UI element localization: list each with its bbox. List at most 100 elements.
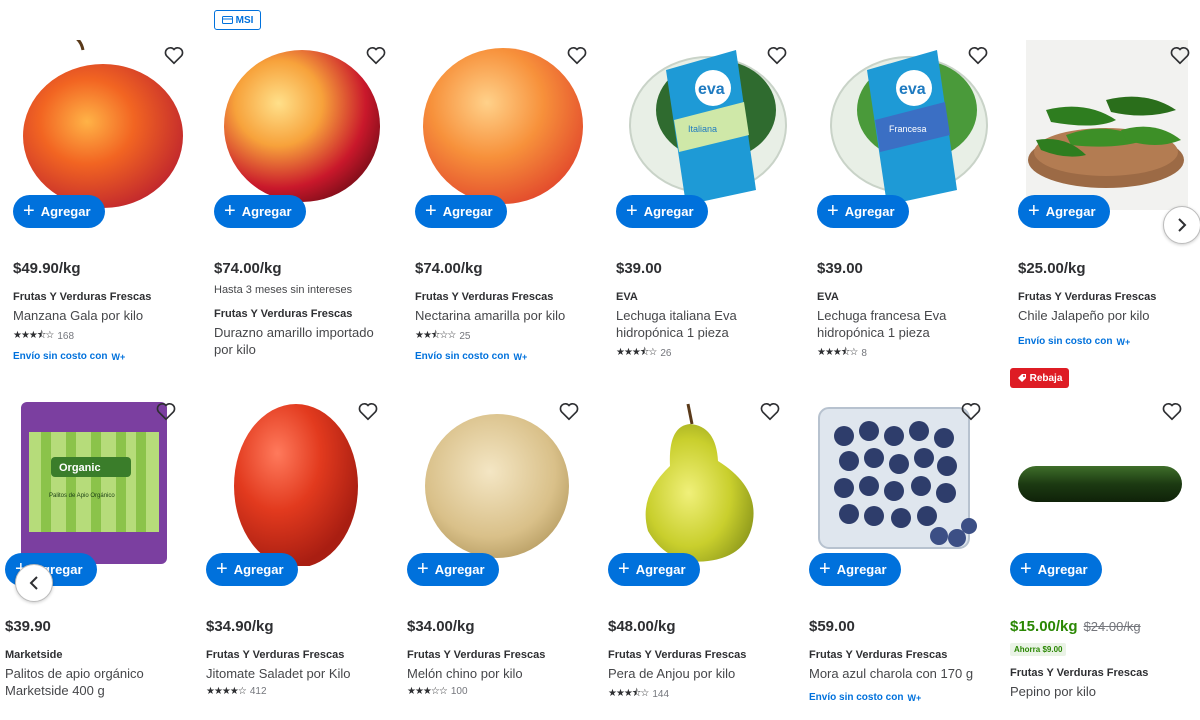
product-image-jalapeno[interactable] <box>1026 40 1188 210</box>
product-name[interactable]: Jitomate Saladet por Kilo <box>206 665 386 682</box>
favorite-heart-icon[interactable] <box>766 44 788 66</box>
product-name[interactable]: Lechuga italiana Eva hidropónica 1 pieza <box>616 307 796 341</box>
product-rating: ★★⯪☆☆ 25 <box>415 328 595 345</box>
favorite-heart-icon[interactable] <box>759 400 781 422</box>
installments-text: Hasta 3 meses sin intereses <box>214 284 353 296</box>
add-to-cart-button[interactable]: +Agregar <box>817 195 909 228</box>
add-to-cart-button[interactable]: +Agregar <box>415 195 507 228</box>
product-image-celery[interactable]: Organic Palitos de Apio Orgánico <box>21 402 167 564</box>
product-price: $74.00/kg <box>214 260 282 277</box>
favorite-heart-icon[interactable] <box>967 44 989 66</box>
card-icon <box>221 16 233 24</box>
add-to-cart-button[interactable]: +Agregar <box>407 553 499 586</box>
favorite-heart-icon[interactable] <box>163 44 185 66</box>
product-rating: ★★★⯪☆ 8 <box>817 345 997 362</box>
product-brand: Frutas Y Verduras Frescas <box>608 649 747 661</box>
msi-badge: MSI <box>214 10 261 30</box>
organic-label-text: Organic <box>59 462 101 474</box>
product-price: $15.00/kg $24.00/kg <box>1010 618 1141 635</box>
plus-icon: + <box>618 557 630 580</box>
add-to-cart-button[interactable]: +Agregar <box>13 195 105 228</box>
plus-icon: + <box>626 199 638 222</box>
product-price: $39.00 <box>616 260 662 277</box>
product-price: $49.90/kg <box>13 260 81 277</box>
product-price: $59.00 <box>809 618 855 635</box>
product-name[interactable]: Melón chino por kilo <box>407 665 587 682</box>
product-brand: Frutas Y Verduras Frescas <box>13 291 152 303</box>
eva-variety-text: Italiana <box>688 124 717 134</box>
favorite-heart-icon[interactable] <box>1169 44 1191 66</box>
rating-stars: ★★★☆☆ <box>407 686 448 697</box>
product-rating: ★★★☆☆ 100 <box>407 686 468 697</box>
eva-logo-text: eva <box>698 81 725 98</box>
rating-stars: ★★★⯪☆ <box>608 688 649 699</box>
rating-stars: ★★⯪☆☆ <box>415 330 456 341</box>
product-brand: Frutas Y Verduras Frescas <box>415 291 554 303</box>
product-name[interactable]: Durazno amarillo importado por kilo <box>214 324 394 358</box>
walmart-plus-logo: W+ <box>513 351 528 362</box>
free-shipping-label: Envío sin costo con W+ <box>13 351 126 362</box>
was-price: $24.00/kg <box>1083 619 1141 634</box>
sale-price: $15.00/kg <box>1010 618 1078 635</box>
eva-logo-text: eva <box>899 81 926 98</box>
product-name[interactable]: Nectarina amarilla por kilo <box>415 307 595 324</box>
add-to-cart-button[interactable]: +Agregar <box>206 553 298 586</box>
walmart-plus-logo: W+ <box>111 351 126 362</box>
plus-icon: + <box>224 199 236 222</box>
plus-icon: + <box>425 199 437 222</box>
celery-pack-text: Palitos de Apio Orgánico <box>49 493 115 499</box>
plus-icon: + <box>417 557 429 580</box>
product-brand: Frutas Y Verduras Frescas <box>1010 667 1149 679</box>
add-to-cart-button[interactable]: +Agregar <box>616 195 708 228</box>
favorite-heart-icon[interactable] <box>558 400 580 422</box>
product-price: $39.00 <box>817 260 863 277</box>
walmart-plus-logo: W+ <box>1116 336 1131 347</box>
add-to-cart-button[interactable]: +Agregar <box>809 553 901 586</box>
rating-stars: ★★★★☆ <box>206 686 247 697</box>
carousel-prev-button[interactable] <box>15 564 53 602</box>
plus-icon: + <box>1028 199 1040 222</box>
free-shipping-label: Envío sin costo con W+ <box>1018 336 1131 347</box>
favorite-heart-icon[interactable] <box>566 44 588 66</box>
product-price: $48.00/kg <box>608 618 676 635</box>
product-brand: Frutas Y Verduras Frescas <box>809 649 948 661</box>
product-name[interactable]: Palitos de apio orgánico Marketside 400 … <box>5 665 185 699</box>
product-price: $34.00/kg <box>407 618 475 635</box>
product-name[interactable]: Manzana Gala por kilo <box>13 307 193 324</box>
product-brand: EVA <box>817 291 839 303</box>
plus-icon: + <box>23 199 35 222</box>
product-brand: Frutas Y Verduras Frescas <box>206 649 345 661</box>
free-shipping-label: Envío sin costo con W+ <box>415 351 528 362</box>
product-price: $74.00/kg <box>415 260 483 277</box>
add-to-cart-button[interactable]: +Agregar <box>608 553 700 586</box>
product-brand: Frutas Y Verduras Frescas <box>1018 291 1157 303</box>
product-rating: ★★★★☆ 412 <box>206 686 267 697</box>
rating-stars: ★★★⯪☆ <box>817 347 858 358</box>
add-to-cart-button[interactable]: +Agregar <box>1018 195 1110 228</box>
favorite-heart-icon[interactable] <box>960 400 982 422</box>
product-rating: ★★★⯪☆ 144 <box>608 686 788 703</box>
add-to-cart-button[interactable]: +Agregar <box>214 195 306 228</box>
product-price: $25.00/kg <box>1018 260 1086 277</box>
product-name[interactable]: Chile Jalapeño por kilo <box>1018 307 1198 324</box>
add-to-cart-button[interactable]: +Agregar <box>1010 553 1102 586</box>
favorite-heart-icon[interactable] <box>1161 400 1183 422</box>
product-name[interactable]: Lechuga francesa Eva hidropónica 1 pieza <box>817 307 997 341</box>
plus-icon: + <box>216 557 228 580</box>
product-name[interactable]: Pepino por kilo <box>1010 683 1190 700</box>
carousel-next-button[interactable] <box>1163 206 1200 244</box>
chevron-left-icon <box>29 576 38 590</box>
product-rating: ★★★⯪☆ 168 <box>13 328 193 345</box>
product-price: $39.90 <box>5 618 51 635</box>
product-brand: Frutas Y Verduras Frescas <box>214 308 353 320</box>
product-name[interactable]: Pera de Anjou por kilo <box>608 665 788 682</box>
product-rating: ★★★⯪☆ 26 <box>616 345 796 362</box>
favorite-heart-icon[interactable] <box>357 400 379 422</box>
walmart-plus-logo: W+ <box>907 692 922 703</box>
plus-icon: + <box>1020 557 1032 580</box>
product-name[interactable]: Mora azul charola con 170 g <box>809 665 989 682</box>
favorite-heart-icon[interactable] <box>155 400 177 422</box>
favorite-heart-icon[interactable] <box>365 44 387 66</box>
eva-variety-text: Francesa <box>889 124 927 134</box>
sale-tag-icon <box>1017 374 1026 382</box>
